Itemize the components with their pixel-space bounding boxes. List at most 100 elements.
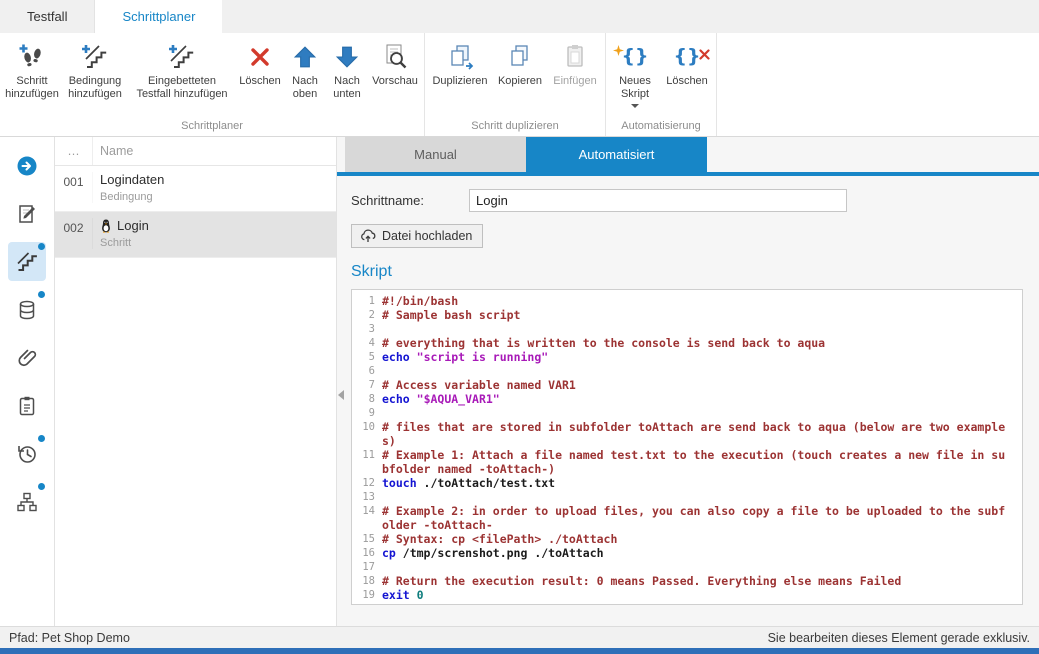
add-embedded-testcase-button[interactable]: Eingebetteten Testfall hinzufügen (129, 36, 235, 119)
delete-script-label: Löschen (666, 75, 708, 88)
add-step-button[interactable]: Schritt hinzufügen (3, 36, 61, 119)
code-line: 7# Access variable named VAR1 (352, 378, 1022, 392)
line-number: 16 (352, 546, 382, 560)
code-line: 19exit 0 (352, 588, 1022, 602)
script-heading: Skript (351, 263, 1025, 281)
new-script-button[interactable]: {} Neues Skript (609, 36, 661, 119)
step-list-panel: … Name 001 Logindaten Bedingung 002LoginSch… (55, 137, 337, 626)
code-text: # Syntax: cp <filePath> ./toAttach (382, 532, 1008, 546)
line-number: 5 (352, 350, 382, 364)
add-condition-button[interactable]: Bedingung hinzufügen (61, 36, 129, 119)
step-type: Bedingung (100, 191, 336, 203)
copy-button[interactable]: Kopieren (492, 36, 548, 119)
step-title: Logindaten (100, 172, 336, 187)
code-text: exit 0 (382, 588, 1008, 602)
code-text: # files that are stored in subfolder toA… (382, 420, 1008, 448)
delete-step-button[interactable]: Löschen (235, 36, 285, 119)
sidebar-item-go-arrow[interactable] (8, 146, 46, 185)
notification-dot (38, 291, 45, 298)
code-line: 3 (352, 322, 1022, 336)
new-script-label: Neues Skript (611, 75, 659, 101)
code-line: 17 (352, 560, 1022, 574)
code-text (382, 364, 1008, 378)
line-number: 19 (352, 588, 382, 602)
move-down-label: Nach unten (327, 75, 367, 101)
sidebar-item-edit[interactable] (8, 194, 46, 233)
arrow-down-icon (329, 40, 365, 73)
sidebar-item-hierarchy[interactable] (8, 482, 46, 521)
bottom-accent-bar (0, 648, 1039, 654)
arrow-up-icon (287, 40, 323, 73)
ribbon-group-schritt-duplizieren: Duplizieren Kopieren (425, 33, 606, 136)
paperclip-icon (16, 347, 38, 369)
step-title: Login (100, 218, 336, 233)
window-tab-bar: Testfall Schrittplaner (0, 0, 1039, 33)
preview-button[interactable]: Vorschau (369, 36, 421, 119)
move-up-button[interactable]: Nach oben (285, 36, 325, 119)
code-line: 8echo "$AQUA_VAR1" (352, 392, 1022, 406)
script-code-editor[interactable]: 1#!/bin/bash2# Sample bash script34# eve… (351, 289, 1023, 605)
code-text (382, 490, 1008, 504)
upload-file-label: Datei hochladen (382, 229, 472, 243)
dropdown-chevron-icon[interactable] (631, 104, 639, 108)
line-number: 4 (352, 336, 382, 350)
tab-schrittplaner[interactable]: Schrittplaner (95, 0, 222, 33)
line-number: 13 (352, 490, 382, 504)
linux-penguin-icon (100, 219, 112, 233)
step-number: 001 (55, 172, 93, 203)
footsteps-add-icon (14, 40, 50, 73)
code-text: # Return the execution result: 0 means P… (382, 574, 1008, 588)
step-row[interactable]: 002LoginSchritt (55, 212, 336, 258)
step-row[interactable]: 001 Logindaten Bedingung (55, 166, 336, 212)
sidebar-item-history[interactable] (8, 434, 46, 473)
line-number: 10 (352, 420, 382, 448)
code-line: 9 (352, 406, 1022, 420)
move-up-label: Nach oben (287, 75, 323, 101)
upload-file-button[interactable]: Datei hochladen (351, 224, 483, 248)
sidebar-item-steps[interactable] (8, 242, 46, 281)
app-window: Testfall Schrittplaner Schritt hinzufüge… (0, 0, 1039, 654)
tab-manual[interactable]: Manual (345, 137, 526, 172)
steps-icon (16, 251, 38, 273)
red-x-icon (242, 40, 278, 73)
sidebar-item-checklist[interactable] (8, 386, 46, 425)
paste-button[interactable]: Einfügen (548, 36, 602, 119)
duplicate-label: Duplizieren (432, 75, 487, 88)
delete-script-button[interactable]: {} Löschen (661, 36, 713, 119)
move-down-button[interactable]: Nach unten (325, 36, 369, 119)
group-label-automatisierung: Automatisierung (609, 119, 713, 136)
sidebar-item-paperclip[interactable] (8, 338, 46, 377)
code-text: cp /tmp/screnshot.png ./toAttach (382, 546, 1008, 560)
step-name-input[interactable] (469, 189, 847, 212)
code-text: # Example 2: in order to upload files, y… (382, 504, 1008, 532)
content-area: … Name 001 Logindaten Bedingung 002LoginSch… (0, 137, 1039, 626)
collapse-panel-arrow-icon[interactable] (338, 387, 344, 405)
duplicate-documents-icon (442, 40, 478, 73)
automation-form: Schrittname: Datei hochladen S (337, 176, 1039, 605)
hierarchy-icon (16, 491, 38, 513)
copy-label: Kopieren (498, 75, 542, 88)
code-text: echo "script is running" (382, 350, 1008, 364)
step-list-name-column-header: Name (93, 144, 133, 158)
code-text (382, 406, 1008, 420)
code-line: 1#!/bin/bash (352, 294, 1022, 308)
code-line: 12touch ./toAttach/test.txt (352, 476, 1022, 490)
ribbon: Schritt hinzufügen Bedingung hinzufügen (0, 33, 1039, 137)
step-list-header: … Name (55, 137, 336, 166)
code-line: 16cp /tmp/screnshot.png ./toAttach (352, 546, 1022, 560)
tab-automatisiert[interactable]: Automatisiert (526, 137, 707, 172)
tab-testfall[interactable]: Testfall (0, 0, 95, 33)
line-number: 8 (352, 392, 382, 406)
code-line: 10# files that are stored in subfolder t… (352, 420, 1022, 448)
upload-cloud-icon (360, 229, 376, 243)
sidebar-item-database[interactable] (8, 290, 46, 329)
status-lock-message: Sie bearbeiten dieses Element gerade exk… (768, 631, 1030, 645)
checklist-icon (16, 395, 38, 417)
code-line: 11# Example 1: Attach a file named test.… (352, 448, 1022, 476)
step-name-label: Schrittname: (351, 193, 469, 208)
duplicate-button[interactable]: Duplizieren (428, 36, 492, 119)
line-number: 14 (352, 504, 382, 532)
copy-documents-icon (502, 40, 538, 73)
group-label-schrittplaner: Schrittplaner (3, 119, 421, 136)
notification-dot (38, 243, 45, 250)
